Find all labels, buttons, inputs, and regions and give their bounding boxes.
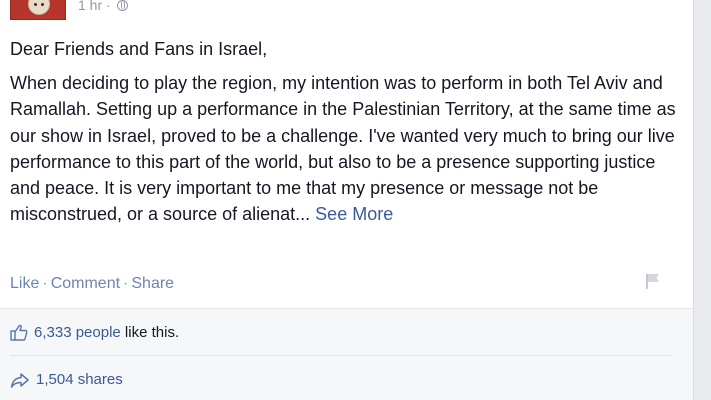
engagement-panel: 6,333 people like this. 1,504 shares xyxy=(0,308,693,400)
globe-icon[interactable] xyxy=(116,0,128,11)
likes-count-link[interactable]: 6,333 people xyxy=(34,324,121,341)
avatar-face xyxy=(28,0,50,15)
action-separator: · xyxy=(42,275,48,292)
scrollbar[interactable] xyxy=(693,0,711,400)
action-separator: · xyxy=(123,275,129,292)
see-more-link[interactable]: See More xyxy=(315,204,393,224)
post-greeting: Dear Friends and Fans in Israel, xyxy=(10,39,268,59)
shares-count-link[interactable]: 1,504 shares xyxy=(36,371,123,388)
post-actions: Like · Comment · Share xyxy=(10,275,174,293)
post-message: When deciding to play the region, my int… xyxy=(10,70,682,227)
avatar-eye xyxy=(34,3,37,6)
post-card: 1 hr · Dear Friends and Fans in Israel, … xyxy=(0,0,693,400)
meta-separator: · xyxy=(106,0,111,13)
post-message-text: When deciding to play the region, my int… xyxy=(10,73,676,225)
share-arrow-icon xyxy=(10,372,29,388)
share-link[interactable]: Share xyxy=(131,275,174,292)
flag-icon[interactable] xyxy=(644,272,662,290)
likes-row: 6,333 people like this. xyxy=(10,324,179,341)
comment-link[interactable]: Comment xyxy=(51,275,120,292)
post-timestamp[interactable]: 1 hr xyxy=(78,0,102,13)
likes-suffix: like this. xyxy=(124,324,180,341)
post-body: Dear Friends and Fans in Israel, When de… xyxy=(10,36,682,227)
like-link[interactable]: Like xyxy=(10,275,39,292)
engagement-divider xyxy=(10,355,673,356)
thumbs-up-icon xyxy=(10,324,28,341)
post-meta: 1 hr · xyxy=(78,0,128,13)
shares-row: 1,504 shares xyxy=(10,371,123,388)
avatar-eye xyxy=(41,3,44,6)
avatar[interactable] xyxy=(10,0,66,20)
